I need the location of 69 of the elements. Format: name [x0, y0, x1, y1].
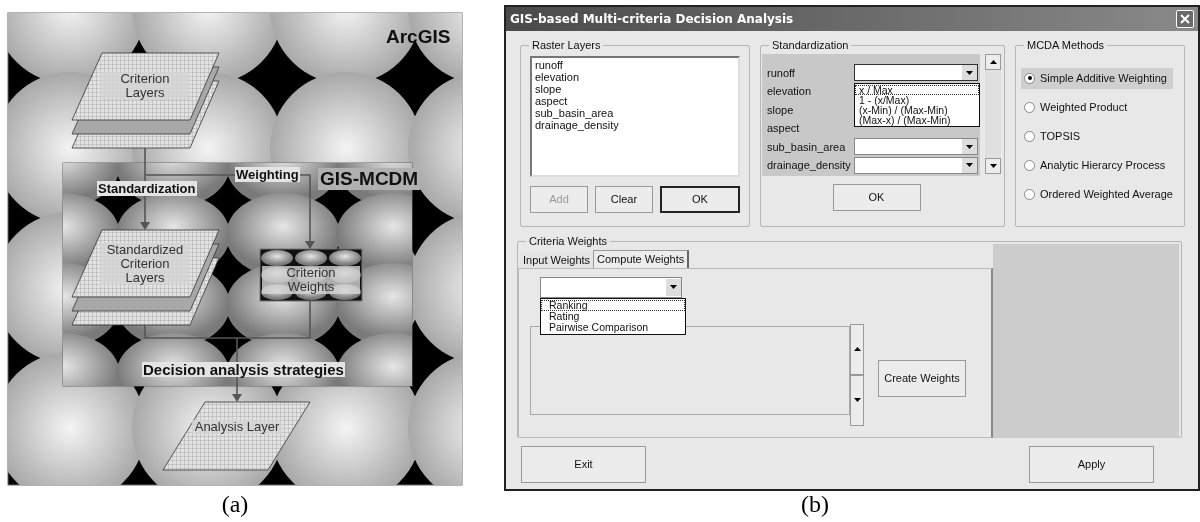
group-label: MCDA Methods: [1026, 38, 1106, 53]
figure-caption: (a): [221, 491, 249, 517]
dropdown-option[interactable]: Ranking: [541, 299, 685, 311]
node-label: Standardized Criterion Layers: [100, 243, 190, 285]
spin-down-button[interactable]: [850, 374, 864, 426]
dropdown-option[interactable]: x / Max: [855, 85, 979, 96]
radio-option[interactable]: Simple Additive Weighting: [1021, 67, 1173, 89]
tab[interactable]: Input Weights: [520, 251, 594, 268]
radio-option[interactable]: Analytic Hierarcy Process: [1021, 154, 1172, 176]
down-triangle-icon: [853, 398, 861, 402]
button[interactable]: Clear: [595, 185, 653, 213]
group-label: Raster Layers: [531, 38, 602, 53]
field-label: drainage_density: [766, 158, 852, 173]
node-label: Criterion Layers: [100, 72, 190, 100]
dropdown-field[interactable]: [854, 64, 978, 82]
edge-label: Weighting: [235, 167, 300, 182]
radio-button[interactable]: [1024, 101, 1035, 113]
up-triangle-icon: [989, 59, 997, 64]
radio-button[interactable]: [1024, 72, 1035, 84]
radio-button[interactable]: [1024, 159, 1035, 171]
radio-option[interactable]: TOPSIS: [1021, 125, 1087, 147]
field-label: runoff: [766, 65, 796, 81]
field-label: slope: [766, 102, 795, 118]
radio-option[interactable]: Ordered Weighted Average: [1021, 183, 1179, 205]
radio-button[interactable]: [1024, 188, 1035, 200]
list-item[interactable]: elevation: [535, 70, 735, 83]
list-item[interactable]: aspect: [535, 94, 735, 107]
close-icon: [1180, 14, 1190, 24]
edge-label: Standardization: [97, 181, 197, 196]
dropdown-option[interactable]: Pairwise Comparison: [541, 321, 685, 333]
dropdown-option[interactable]: 1 - (x/Max): [855, 95, 979, 106]
field-label: elevation: [766, 84, 813, 99]
container-label: GIS-MCDM: [318, 168, 421, 190]
list-item[interactable]: slope: [535, 82, 735, 95]
figure-caption: (b): [801, 491, 829, 517]
list-item[interactable]: runoff: [535, 58, 735, 71]
close-button[interactable]: [1176, 10, 1194, 28]
dropdown-field[interactable]: [854, 156, 978, 174]
dropdown-field[interactable]: [540, 276, 682, 298]
scroll-up-button[interactable]: [985, 53, 1001, 70]
radio-option[interactable]: Weighted Product: [1021, 96, 1134, 118]
scrollbar[interactable]: [985, 53, 1001, 174]
dropdown-field[interactable]: [854, 138, 978, 156]
button[interactable]: OK: [660, 185, 740, 213]
radio-button[interactable]: [1024, 130, 1035, 142]
button[interactable]: Apply: [1029, 446, 1154, 483]
dropdown-option[interactable]: (Max-x) / (Max-Min): [855, 115, 979, 126]
list-item[interactable]: drainage_density: [535, 118, 735, 131]
tab[interactable]: Compute Weights: [593, 249, 690, 268]
group-label: Standardization: [771, 38, 850, 53]
node-label: Criterion Weights: [262, 266, 360, 294]
button[interactable]: Create Weights: [878, 359, 966, 397]
window-title: GIS-based Multi-criteria Decision Analysis: [510, 11, 794, 28]
button[interactable]: Exit: [521, 446, 646, 483]
node-label: Analysis Layer: [192, 420, 282, 434]
group-label: Criteria Weights: [528, 234, 609, 249]
dropdown-option[interactable]: Rating: [541, 310, 685, 322]
spin-up-button[interactable]: [850, 323, 864, 375]
layer-list[interactable]: runoff elevation slope aspect sub_basin_area drainage_density: [530, 55, 740, 177]
edge-label: Decision analysis strategies: [142, 362, 345, 377]
scroll-down-button[interactable]: [985, 157, 1001, 174]
up-triangle-icon: [853, 347, 861, 351]
down-triangle-icon: [989, 163, 997, 168]
button[interactable]: OK: [832, 183, 921, 211]
field-label: aspect: [766, 121, 801, 136]
dropdown-option[interactable]: (x-Min) / (Max-Min): [855, 105, 979, 116]
list-item[interactable]: sub_basin_area: [535, 106, 735, 119]
field-label: sub_basin_area: [766, 139, 847, 155]
container-label: ArcGIS: [386, 25, 451, 49]
